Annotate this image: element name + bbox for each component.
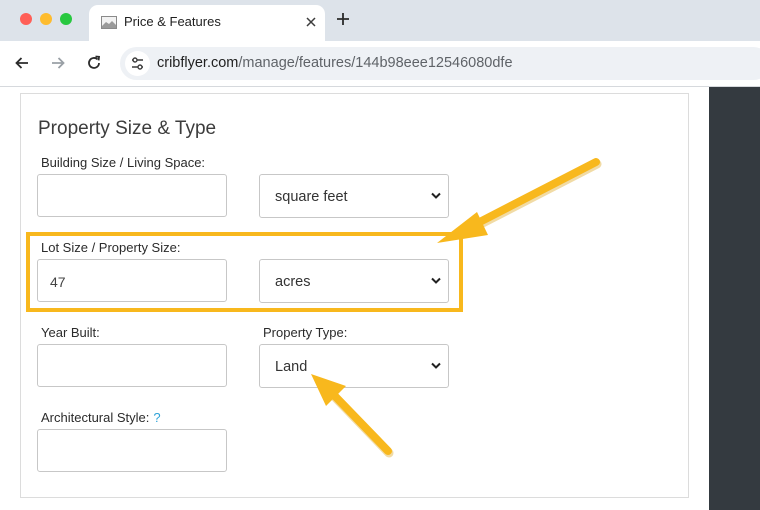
dark-sidebar [709, 87, 760, 510]
page-content: Property Size & Type Building Size / Liv… [0, 87, 760, 510]
favicon-icon [101, 16, 117, 29]
property-type-label: Property Type: [263, 325, 348, 340]
property-type-select[interactable]: Land [259, 344, 449, 388]
minimize-window-button[interactable] [40, 13, 52, 25]
year-built-label: Year Built: [41, 325, 100, 340]
close-tab-icon[interactable] [305, 16, 317, 28]
help-icon[interactable]: ? [153, 410, 160, 425]
building-size-unit-select[interactable]: square feet [259, 174, 449, 218]
address-bar[interactable]: cribflyer.com/manage/features/144b98eee1… [120, 47, 760, 80]
reload-icon[interactable] [86, 55, 102, 71]
lot-size-unit-value: acres [275, 274, 311, 290]
chevron-down-icon [431, 362, 441, 369]
section-title: Property Size & Type [38, 118, 217, 139]
new-tab-icon[interactable] [336, 12, 350, 26]
back-arrow-icon[interactable] [14, 55, 30, 71]
architectural-style-input[interactable] [37, 429, 227, 472]
lot-size-input[interactable]: 47 [37, 259, 227, 302]
url-domain: cribflyer.com [157, 55, 239, 71]
url-path: /manage/features/144b98eee12546080dfe [238, 55, 513, 71]
forward-arrow-icon[interactable] [50, 55, 66, 71]
building-size-label: Building Size / Living Space: [41, 155, 206, 170]
property-size-panel: Property Size & Type Building Size / Liv… [20, 93, 689, 498]
lot-size-unit-select[interactable]: acres [259, 259, 449, 303]
year-built-input[interactable] [37, 344, 227, 387]
lot-size-label: Lot Size / Property Size: [41, 240, 181, 255]
site-info-button[interactable] [125, 51, 150, 76]
browser-tab[interactable]: Price & Features [89, 5, 325, 41]
building-size-input[interactable] [37, 174, 227, 217]
building-size-unit-value: square feet [275, 189, 348, 205]
architectural-style-label: Architectural Style:? [41, 410, 161, 425]
tab-title: Price & Features [124, 14, 221, 29]
property-type-value: Land [275, 359, 308, 375]
maximize-window-button[interactable] [60, 13, 72, 25]
architectural-style-label-text: Architectural Style: [41, 410, 150, 425]
close-window-button[interactable] [20, 13, 32, 25]
browser-toolbar: cribflyer.com/manage/features/144b98eee1… [0, 41, 760, 87]
tune-icon [132, 57, 143, 70]
browser-titlebar: Price & Features [0, 0, 760, 41]
chevron-down-icon [431, 277, 441, 284]
url-text: cribflyer.com/manage/features/144b98eee1… [157, 55, 513, 71]
chevron-down-icon [431, 192, 441, 199]
